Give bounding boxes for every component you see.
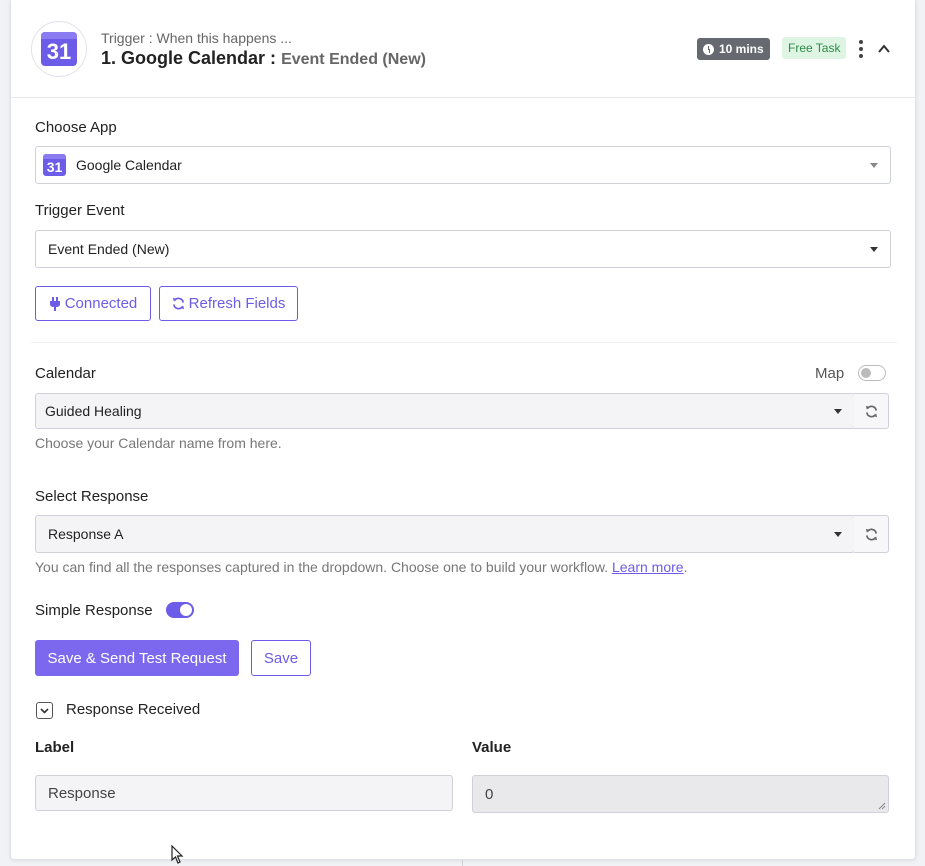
map-label: Map xyxy=(815,365,845,382)
app-logo: 31 xyxy=(31,21,87,77)
calendar-value: Guided Healing xyxy=(45,403,142,419)
refresh-fields-button[interactable]: Refresh Fields xyxy=(159,286,298,321)
plan-badge: Free Task xyxy=(782,37,847,59)
clock-icon xyxy=(703,43,714,55)
calendar-select[interactable]: Guided Healing xyxy=(35,393,855,429)
calendar-label: Calendar xyxy=(35,365,96,382)
kebab-menu-icon[interactable] xyxy=(857,40,865,58)
refresh-icon xyxy=(172,297,184,310)
calendar-refresh-button[interactable] xyxy=(854,393,889,429)
choose-app-value: Google Calendar xyxy=(76,157,182,173)
save-button-label: Save xyxy=(263,649,299,667)
response-received-label: Response Received xyxy=(66,701,201,718)
refresh-icon xyxy=(865,405,877,417)
chevron-up-icon[interactable] xyxy=(877,42,891,56)
google-calendar-icon: 31 xyxy=(43,154,66,176)
trigger-card: 31 Trigger : When this happens ... 1. Go… xyxy=(10,0,917,860)
select-response-label: Select Response xyxy=(35,488,149,505)
trigger-event-value: Event Ended (New) xyxy=(48,241,170,257)
plug-icon xyxy=(49,296,60,311)
refresh-icon xyxy=(865,528,877,540)
trigger-app-title: 1. Google Calendar : xyxy=(101,48,277,68)
caret-down-icon xyxy=(834,532,842,537)
choose-app-select[interactable]: 31 Google Calendar xyxy=(35,146,891,184)
caret-down-icon xyxy=(834,409,842,414)
section-divider xyxy=(31,342,897,343)
caret-down-icon xyxy=(870,247,878,252)
simple-response-label: Simple Response xyxy=(35,602,153,619)
response-value-field[interactable]: 0 xyxy=(472,775,889,813)
column-divider xyxy=(462,860,463,866)
calendar-icon-number: 31 xyxy=(46,39,72,64)
resize-handle-icon[interactable] xyxy=(878,802,886,810)
response-value-text: 0 xyxy=(485,785,494,803)
time-badge-text: 10 mins xyxy=(719,42,764,56)
choose-app-label: Choose App xyxy=(35,119,117,136)
trigger-subtitle: Trigger : When this happens ... xyxy=(101,30,292,46)
refresh-fields-label: Refresh Fields xyxy=(188,295,286,312)
time-badge: 10 mins xyxy=(697,38,770,60)
response-label-field[interactable]: Response xyxy=(35,775,453,811)
trigger-header[interactable]: 31 Trigger : When this happens ... 1. Go… xyxy=(11,0,917,98)
google-calendar-icon: 31 xyxy=(41,32,77,66)
select-response-help: You can find all the responses captured … xyxy=(35,559,687,575)
trigger-title: 1. Google Calendar : Event Ended (New) xyxy=(101,48,426,69)
mouse-cursor-icon xyxy=(171,845,184,864)
response-refresh-button[interactable] xyxy=(854,515,889,553)
map-toggle[interactable] xyxy=(858,365,886,381)
calendar-help-text: Choose your Calendar name from here. xyxy=(35,435,282,451)
trigger-event-title: Event Ended (New) xyxy=(281,51,426,68)
response-received-toggle[interactable] xyxy=(36,702,53,719)
select-response-select[interactable]: Response A xyxy=(35,515,855,553)
save-button[interactable]: Save xyxy=(251,640,311,676)
trigger-event-label: Trigger Event xyxy=(35,202,125,219)
help-period: . xyxy=(683,559,688,575)
save-send-test-button[interactable]: Save & Send Test Request xyxy=(35,640,239,676)
chevron-down-icon xyxy=(40,707,49,714)
calendar-icon-number: 31 xyxy=(46,159,63,175)
connected-button[interactable]: Connected xyxy=(35,286,151,321)
select-response-value: Response A xyxy=(48,526,124,542)
simple-response-toggle[interactable] xyxy=(166,602,194,618)
connected-button-label: Connected xyxy=(64,295,138,312)
value-column-header: Value xyxy=(472,739,512,756)
select-response-help-text: You can find all the responses captured … xyxy=(35,559,609,575)
caret-down-icon xyxy=(870,163,878,168)
learn-more-link[interactable]: Learn more xyxy=(612,559,684,575)
label-column-header: Label xyxy=(35,739,75,756)
trigger-event-select[interactable]: Event Ended (New) xyxy=(35,230,891,268)
